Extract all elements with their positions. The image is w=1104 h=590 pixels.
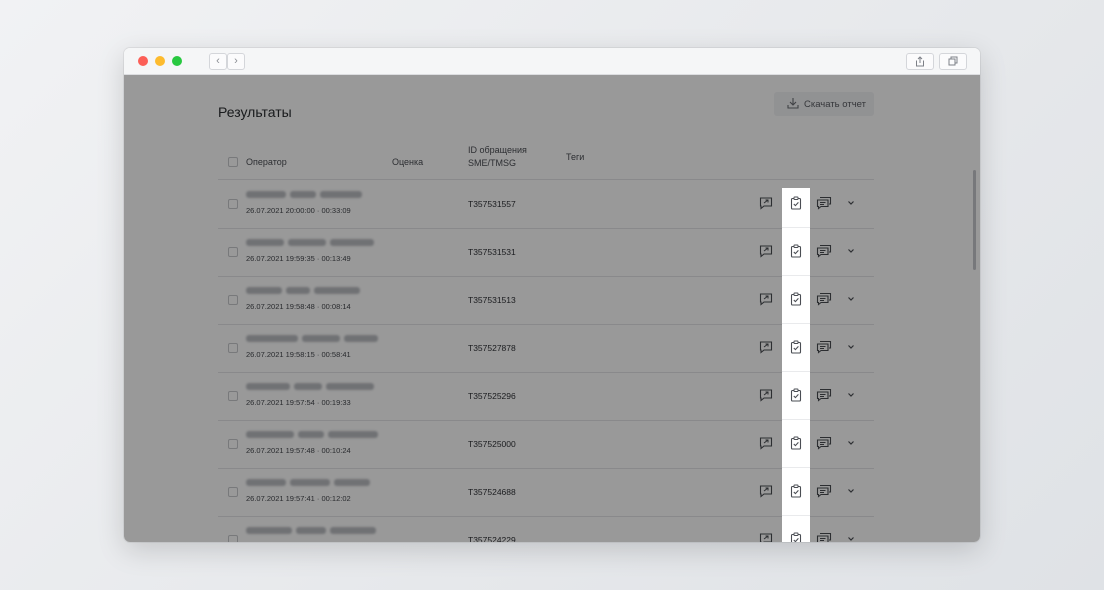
- row-divider: [782, 467, 810, 468]
- clipboard-check-button[interactable]: [789, 532, 803, 542]
- clipboard-check-button[interactable]: [789, 436, 803, 450]
- row-divider: [782, 371, 810, 372]
- clipboard-check-button[interactable]: [789, 388, 803, 402]
- clipboard-check-icon: [790, 436, 802, 450]
- tabs-icon: [948, 56, 958, 66]
- clipboard-check-icon: [790, 532, 802, 542]
- row-divider: [782, 419, 810, 420]
- minimize-window-button[interactable]: [155, 56, 165, 66]
- clipboard-check-icon: [790, 340, 802, 354]
- clipboard-check-button[interactable]: [789, 340, 803, 354]
- zoom-window-button[interactable]: [172, 56, 182, 66]
- dim-overlay: [124, 75, 980, 542]
- highlighted-icon-column: [782, 188, 810, 542]
- clipboard-check-icon: [790, 196, 802, 210]
- clipboard-check-button[interactable]: [789, 196, 803, 210]
- clipboard-check-icon: [790, 292, 802, 306]
- clipboard-check-icon: [790, 388, 802, 402]
- share-icon: [916, 56, 924, 67]
- screenshot-stage: ‹ › Результаты Скачать отчет Оператор Оц…: [0, 0, 1104, 590]
- row-divider: [782, 275, 810, 276]
- clipboard-check-button[interactable]: [789, 244, 803, 258]
- clipboard-check-button[interactable]: [789, 484, 803, 498]
- nav-forward-button[interactable]: ›: [227, 53, 245, 70]
- browser-window: ‹ › Результаты Скачать отчет Оператор Оц…: [124, 48, 980, 542]
- page-content: Результаты Скачать отчет Оператор Оценка…: [124, 75, 980, 542]
- clipboard-check-icon: [790, 484, 802, 498]
- row-divider: [782, 227, 810, 228]
- clipboard-check-icon: [790, 244, 802, 258]
- row-divider: [782, 323, 810, 324]
- row-divider: [782, 515, 810, 516]
- clipboard-check-button[interactable]: [789, 292, 803, 306]
- tabs-button[interactable]: [939, 53, 967, 70]
- share-button[interactable]: [906, 53, 934, 70]
- nav-back-button[interactable]: ‹: [209, 53, 227, 70]
- window-titlebar: ‹ ›: [124, 48, 980, 75]
- close-window-button[interactable]: [138, 56, 148, 66]
